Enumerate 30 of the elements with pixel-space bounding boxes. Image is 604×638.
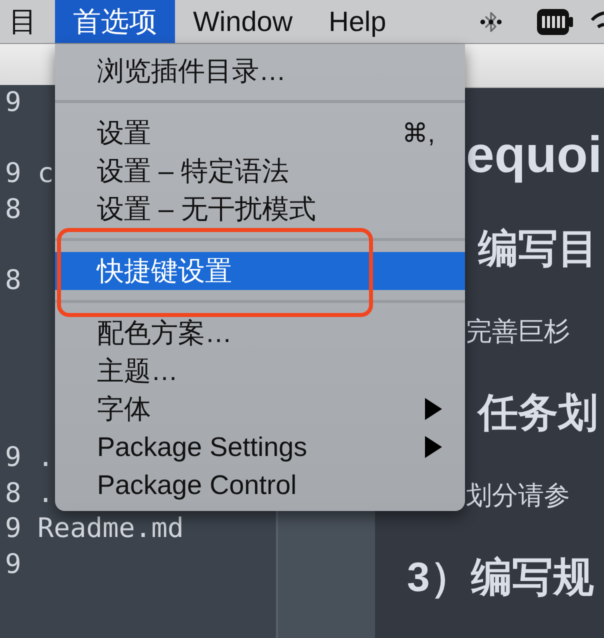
menu-bar-item[interactable]: 目 <box>0 0 55 43</box>
text-line: 9 Readme.md <box>4 512 184 546</box>
text-line: 9 <box>4 548 22 582</box>
text-line: 9 <box>4 86 22 120</box>
text-line: 9 . <box>4 441 54 475</box>
paragraph-text: 划分请参 <box>466 479 570 512</box>
menu-bar-item[interactable]: 首选项 <box>55 0 175 43</box>
text-line: 8 . <box>4 476 54 510</box>
menu-item[interactable]: 浏览插件目录… <box>55 52 465 90</box>
menu-item[interactable]: 快捷键设置 <box>55 252 465 290</box>
heading-text: 3）编写规 <box>407 553 594 602</box>
text-line: 8 <box>4 264 22 298</box>
menu-bar-item[interactable]: Window <box>175 0 311 43</box>
menu-item[interactable]: 设置 ⌘, <box>55 114 465 152</box>
text-line: 8 <box>4 192 22 226</box>
menu-item[interactable]: 设置 – 无干扰模式 <box>55 190 465 228</box>
paragraph-text: 完善巨杉 <box>466 315 570 348</box>
menu-item[interactable]: 主题… <box>55 352 465 390</box>
menu-item[interactable]: Package Control <box>55 466 465 504</box>
menu-item[interactable]: 字体 <box>55 390 465 428</box>
title-text: equoi <box>466 125 602 185</box>
shortcut-text: ⌘, <box>402 120 435 146</box>
heading-text: 编写目 <box>478 226 598 273</box>
heading-text: 任务划 <box>478 390 598 437</box>
battery-icon[interactable] <box>537 8 573 34</box>
menu-bar-item[interactable]: Help <box>310 0 404 43</box>
menu-item[interactable]: 配色方案… <box>55 314 465 352</box>
text-line: 9 c <box>4 157 54 191</box>
menu-item[interactable]: 设置 – 特定语法 <box>55 152 465 190</box>
menu-item[interactable]: Package Settings <box>55 428 465 466</box>
